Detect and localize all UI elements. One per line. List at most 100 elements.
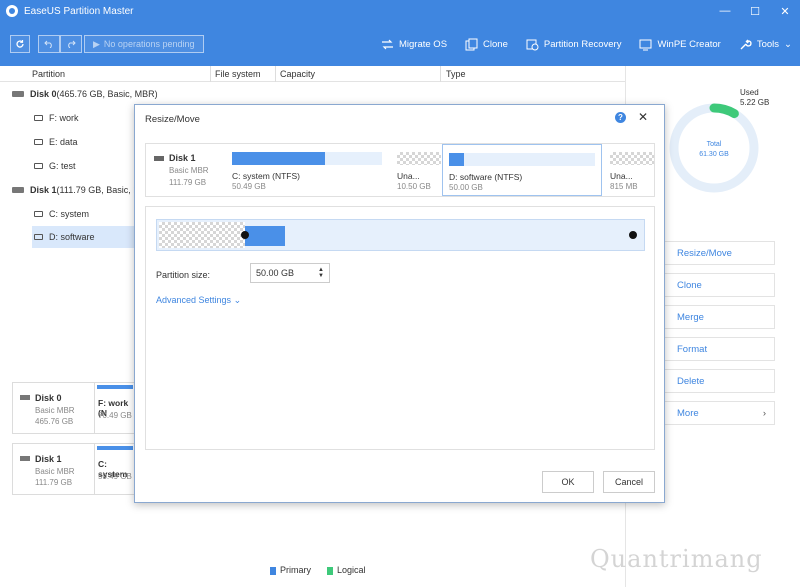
- partition-usage-fill: [449, 153, 464, 166]
- resize-move-button[interactable]: Resize/Move: [658, 241, 775, 265]
- advanced-settings-link[interactable]: Advanced Settings ⌄: [156, 295, 241, 306]
- redo-icon: [68, 40, 76, 48]
- chevron-down-icon: ⌄: [784, 38, 792, 50]
- partition-track: [449, 153, 595, 166]
- col-type[interactable]: Type: [446, 69, 466, 79]
- partition-block[interactable]: F: work (N 70.49 GB: [94, 382, 136, 434]
- dialog-close-icon[interactable]: ✕: [638, 110, 648, 124]
- tree-label: Disk 0: [30, 89, 57, 99]
- partition-size: 70.49 GB: [98, 411, 132, 420]
- disk-icon: [20, 395, 30, 400]
- action-label: More: [677, 407, 699, 419]
- merge-button[interactable]: Merge: [658, 305, 775, 329]
- right-resize-handle[interactable]: [629, 231, 637, 239]
- refresh-button[interactable]: [10, 35, 30, 53]
- partition-size: 10.50 GB: [397, 182, 431, 191]
- cancel-label: Cancel: [614, 477, 643, 487]
- partition-size: 815 MB: [610, 182, 638, 191]
- ok-label: OK: [561, 477, 575, 487]
- total-value: 61.30 GB: [699, 151, 729, 158]
- action-label: Merge: [677, 311, 704, 323]
- legend-primary: Primary: [270, 565, 311, 575]
- dialog-unallocated-1[interactable]: Una... 10.50 GB: [391, 144, 441, 196]
- cancel-button[interactable]: Cancel: [603, 471, 655, 493]
- disk-icon: [154, 156, 164, 161]
- toolbar: ▶ No operations pending Migrate OS Clone…: [0, 22, 800, 66]
- ok-button[interactable]: OK: [542, 471, 594, 493]
- apply-pending-button[interactable]: ▶ No operations pending: [84, 35, 204, 53]
- disk-size: 465.76 GB: [35, 417, 74, 426]
- action-label: Clone: [677, 279, 702, 291]
- drive-icon: [34, 139, 43, 145]
- disk-size: 111.79 GB: [35, 478, 73, 487]
- undo-button[interactable]: [38, 35, 60, 53]
- drive-icon: [34, 211, 43, 217]
- tree-disk-0[interactable]: Disk 0 (465.76 GB, Basic, MBR): [12, 83, 212, 105]
- close-icon[interactable]: ✕: [770, 0, 800, 22]
- disk-type: Basic MBR: [35, 467, 75, 476]
- dialog-partition-c[interactable]: C: system (NTFS) 50.49 GB: [226, 144, 386, 196]
- partition-size: 50.00 GB: [449, 183, 483, 192]
- legend: Primary Logical: [270, 565, 366, 575]
- col-capacity[interactable]: Capacity: [280, 69, 315, 79]
- delete-button[interactable]: Delete: [658, 369, 775, 393]
- logical-swatch: [327, 566, 333, 575]
- clone-action-button[interactable]: Clone: [658, 273, 775, 297]
- tree-label: Disk 1: [30, 185, 57, 195]
- dialog-partition-d[interactable]: D: software (NTFS) 50.00 GB: [442, 144, 602, 196]
- legend-primary-label: Primary: [280, 565, 311, 575]
- clone-button[interactable]: Clone: [465, 38, 508, 51]
- winpe-icon: [639, 39, 652, 50]
- disk-name: Disk 0: [35, 393, 62, 403]
- partition-size-value: 50.00 GB: [256, 268, 295, 278]
- toolbar-tools: Migrate OS Clone Partition Recovery WinP…: [381, 38, 792, 51]
- spinner-icon[interactable]: ▲ ▼: [318, 267, 324, 279]
- unallocated-space: [159, 222, 245, 248]
- tools-menu-button[interactable]: Tools ⌄: [739, 38, 792, 51]
- used-label: Used: [740, 88, 759, 97]
- refresh-icon: [16, 40, 24, 48]
- more-button[interactable]: More ›: [658, 401, 775, 425]
- disk-type: Basic MBR: [169, 166, 209, 175]
- redo-button[interactable]: [60, 35, 82, 53]
- used-value: 5.22 GB: [740, 98, 770, 107]
- tree-label: G: test: [49, 161, 76, 171]
- partition-usage-fill: [232, 152, 325, 165]
- partition-name: C: system (NTFS): [232, 171, 300, 181]
- winpe-creator-button[interactable]: WinPE Creator: [639, 38, 721, 51]
- tree-label: C: system: [49, 209, 90, 219]
- maximize-icon[interactable]: ☐: [740, 0, 770, 22]
- format-button[interactable]: Format: [658, 337, 775, 361]
- left-resize-handle[interactable]: [241, 231, 249, 239]
- clone-icon: [465, 38, 478, 50]
- unallocated-pattern: [397, 152, 441, 165]
- tree-label: D: software: [49, 232, 95, 242]
- resize-slider[interactable]: [156, 219, 645, 251]
- col-partition[interactable]: Partition: [32, 69, 65, 79]
- partition-size-input[interactable]: 50.00 GB ▲ ▼: [250, 263, 330, 283]
- migrate-os-button[interactable]: Migrate OS: [381, 38, 447, 51]
- dialog-unallocated-2[interactable]: Una... 815 MB: [604, 144, 654, 196]
- help-icon[interactable]: ?: [615, 112, 626, 123]
- col-filesystem[interactable]: File system: [215, 69, 261, 79]
- tree-extra: (465.76 GB, Basic, MBR): [56, 89, 158, 99]
- disk-size: 111.79 GB: [169, 178, 207, 187]
- partition-bar: [97, 385, 133, 389]
- minimize-icon[interactable]: —: [710, 0, 740, 22]
- history-group: [38, 35, 82, 53]
- drive-icon: [34, 234, 43, 240]
- partition-recovery-button[interactable]: Partition Recovery: [526, 38, 621, 51]
- disk-icon: [12, 187, 24, 193]
- tools-label: Tools: [756, 38, 780, 50]
- partition-size: 50.49 GB: [232, 182, 266, 191]
- partition-name: Una...: [610, 171, 633, 181]
- legend-logical: Logical: [327, 565, 366, 575]
- disk-icon: [20, 456, 30, 461]
- recovery-icon: [526, 39, 539, 50]
- partition-size: 50.49 GB: [98, 472, 132, 481]
- app-logo-icon: [6, 5, 18, 17]
- partition-block[interactable]: C: system 50.49 GB: [94, 443, 136, 495]
- tree-item-selected[interactable]: D: software: [32, 226, 137, 248]
- dialog-title: Resize/Move: [145, 114, 200, 125]
- action-label: Format: [677, 343, 708, 355]
